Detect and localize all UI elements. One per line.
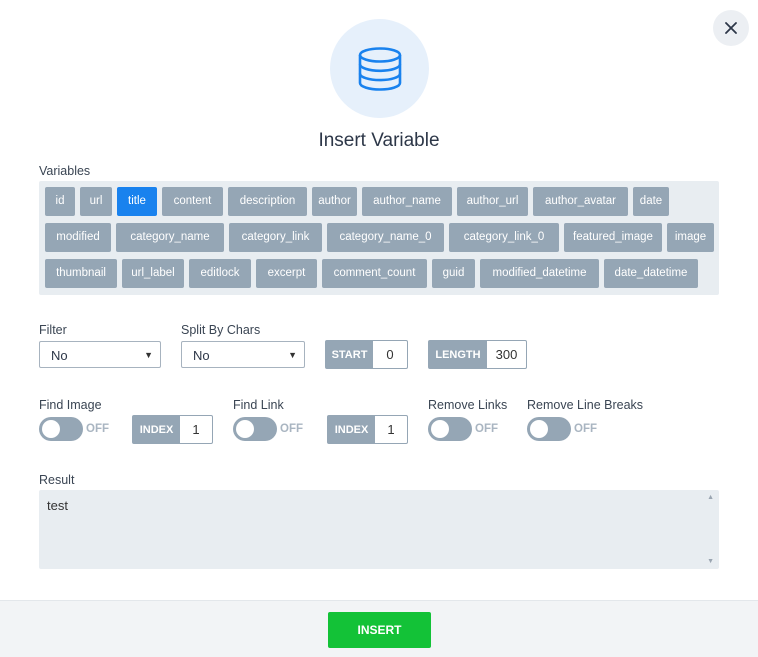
scroll-up-icon[interactable]: ▲ [707,494,714,501]
close-icon [725,22,737,34]
find-link-index-input[interactable]: 1 [375,416,407,443]
variable-chip-author-avatar[interactable]: author_avatar [533,187,628,216]
dropdown-arrow-icon: ▼ [288,350,297,360]
dropdown-arrow-icon: ▼ [144,350,153,360]
find-link-state: OFF [280,423,303,435]
variable-chip-comment-count[interactable]: comment_count [322,259,427,288]
remove-line-breaks-state: OFF [574,423,597,435]
variable-chip-author-name[interactable]: author_name [362,187,452,216]
database-icon [358,46,401,91]
split-select-value: No [193,348,210,363]
start-field[interactable]: START 0 [325,340,408,369]
result-textarea[interactable]: test ▲ ▼ [39,490,719,569]
variable-chip-author[interactable]: author [312,187,357,216]
filter-label: Filter [39,323,67,337]
dialog-footer: INSERT [0,600,758,657]
variable-chip-category-link[interactable]: category_link [229,223,322,252]
variable-chip-category-link-0[interactable]: category_link_0 [449,223,559,252]
length-input[interactable]: 300 [487,341,526,368]
variable-chip-category-name-0[interactable]: category_name_0 [327,223,444,252]
variable-chip-url-label[interactable]: url_label [122,259,184,288]
split-label: Split By Chars [181,323,261,337]
toggle-knob [530,420,548,438]
variable-chip-description[interactable]: description [228,187,307,216]
find-link-index-field[interactable]: INDEX 1 [327,415,408,444]
find-image-index-input[interactable]: 1 [180,416,212,443]
split-select[interactable]: No ▼ [181,341,305,368]
variable-chip-id[interactable]: id [45,187,75,216]
length-tag: LENGTH [429,341,487,368]
find-image-label: Find Image [39,398,102,412]
find-image-toggle[interactable] [39,417,83,441]
variable-chip-image[interactable]: image [667,223,714,252]
variables-panel: id url title content description author author… [39,181,719,295]
variable-chip-modified[interactable]: modified [45,223,111,252]
remove-links-label: Remove Links [428,398,508,412]
start-tag: START [326,341,373,368]
insert-button[interactable]: INSERT [328,612,431,648]
start-input[interactable]: 0 [373,341,407,368]
variable-chip-thumbnail[interactable]: thumbnail [45,259,117,288]
length-field[interactable]: LENGTH 300 [428,340,527,369]
result-label: Result [39,473,75,487]
remove-line-breaks-label: Remove Line Breaks [527,398,644,412]
variable-chip-author-url[interactable]: author_url [457,187,528,216]
variable-chip-url[interactable]: url [80,187,112,216]
variable-chip-guid[interactable]: guid [432,259,475,288]
remove-links-state: OFF [475,423,498,435]
toggle-knob [431,420,449,438]
find-link-label: Find Link [233,398,284,412]
filter-select-value: No [51,348,68,363]
dialog-title: Insert Variable [318,130,440,151]
remove-line-breaks-toggle[interactable] [527,417,571,441]
find-image-index-field[interactable]: INDEX 1 [132,415,213,444]
variable-chip-date-datetime[interactable]: date_datetime [604,259,698,288]
toggle-knob [42,420,60,438]
variable-chip-editlock[interactable]: editlock [189,259,251,288]
result-text: test [47,498,68,513]
header-icon-circle [330,19,429,118]
toggle-knob [236,420,254,438]
variable-chip-date[interactable]: date [633,187,669,216]
find-image-index-tag: INDEX [133,416,180,443]
variables-label: Variables [39,164,91,178]
scroll-down-icon[interactable]: ▼ [707,558,714,565]
close-button[interactable] [713,10,749,46]
remove-links-toggle[interactable] [428,417,472,441]
filter-select[interactable]: No ▼ [39,341,161,368]
variable-chip-featured-image[interactable]: featured_image [564,223,662,252]
variable-chip-title[interactable]: title [117,187,157,216]
variable-chip-category-name[interactable]: category_name [116,223,224,252]
find-image-state: OFF [86,423,109,435]
variable-chip-modified-datetime[interactable]: modified_datetime [480,259,599,288]
variable-chip-content[interactable]: content [162,187,223,216]
variable-chip-excerpt[interactable]: excerpt [256,259,317,288]
find-link-index-tag: INDEX [328,416,375,443]
find-link-toggle[interactable] [233,417,277,441]
